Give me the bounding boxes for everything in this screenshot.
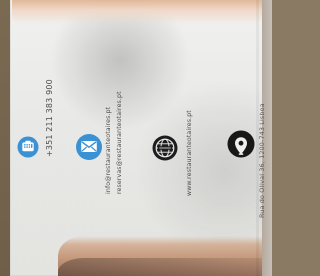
finger-bottom bbox=[58, 236, 272, 276]
phone-number-text: +351 211 383 900 bbox=[45, 79, 54, 157]
map-pin-icon bbox=[226, 129, 256, 165]
email-primary-text: info@restauranteotaires.pt bbox=[105, 106, 112, 194]
envelope-icon bbox=[74, 132, 104, 162]
website-text: www.restauranteotaires.pt bbox=[186, 110, 193, 196]
phone-icon bbox=[16, 135, 40, 159]
finger-top bbox=[12, 0, 262, 24]
photo-scene: +351 211 383 900 info@restauranteotaires… bbox=[0, 0, 272, 276]
globe-icon bbox=[150, 133, 180, 163]
address-text: Rua do Olival 36, 1200-743 Lisboa bbox=[258, 103, 266, 218]
email-secondary-text: reservas@restauranteotaires.pt bbox=[116, 91, 123, 194]
